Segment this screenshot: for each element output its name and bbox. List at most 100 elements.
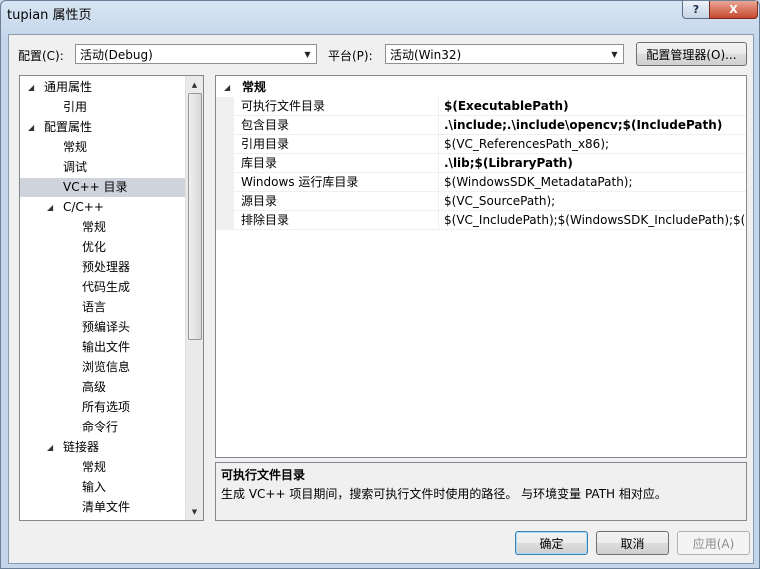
settings-tree[interactable]: ◢ 通用属性 引用 ◢ 配置属性 常规 调试 VC++ 目录 ◢ C/C++ 常规 优化 预处理器 代码生… [19,75,204,521]
configuration-label: 配置(C): [18,49,64,63]
tree-item[interactable]: 输出文件 [20,338,187,357]
property-row[interactable]: 源目录 $(VC_SourcePath); [216,192,746,211]
tree-vertical-scrollbar[interactable]: ▲ ▼ [185,76,203,520]
property-row[interactable]: 可执行文件目录 $(ExecutablePath) [216,97,746,116]
column-divider[interactable] [438,135,439,154]
property-name: 可执行文件目录 [241,99,326,113]
tree-item[interactable]: 语言 [20,298,187,317]
row-margin [216,135,234,154]
property-pages-window: tupian 属性页 ? X 配置(C): 活动(Debug) ▼ 平台(P):… [0,0,760,569]
dialog-client-area: 配置(C): 活动(Debug) ▼ 平台(P): 活动(Win32) ▼ 配置… [8,34,754,564]
tree-item-label: 调试 [63,160,88,174]
property-row[interactable]: 引用目录 $(VC_ReferencesPath_x86); [216,135,746,154]
tree-item[interactable]: 预编译头 [20,318,187,337]
property-row[interactable]: 排除目录 $(VC_IncludePath);$(WindowsSDK_Inclu… [216,211,746,230]
tree-item-label: 输出文件 [82,340,131,354]
tree-item-label: 清单文件 [82,500,131,514]
tree-item[interactable]: VC++ 目录 [20,178,187,197]
cancel-button[interactable]: 取消 [596,531,669,555]
property-name: 引用目录 [241,137,290,151]
column-divider[interactable] [438,192,439,211]
property-name: 排除目录 [241,213,290,227]
property-value[interactable]: .\include;.\include\opencv;$(IncludePath… [444,116,746,135]
grid-category[interactable]: ◢ 常规 [216,78,746,97]
triangle-down-icon[interactable]: ◢ [28,118,34,137]
tree-item[interactable]: 输入 [20,478,187,497]
row-margin [216,192,234,211]
tree-item[interactable]: ◢ 配置属性 [20,118,187,137]
configuration-manager-button[interactable]: 配置管理器(O)... [636,42,747,66]
row-margin [216,173,234,192]
title-bar[interactable]: tupian 属性页 ? X [1,1,759,37]
ok-button[interactable]: 确定 [515,531,588,555]
property-name: 库目录 [241,156,278,170]
window-title: tupian 属性页 [7,8,92,23]
tree-item[interactable]: 预处理器 [20,258,187,277]
column-divider[interactable] [438,97,439,116]
tree-item-label: 配置属性 [44,120,93,134]
tree-item-label: VC++ 目录 [63,180,128,194]
tree-item-label: 链接器 [63,440,100,454]
tree-item-label: 常规 [82,220,107,234]
property-value[interactable]: $(ExecutablePath) [444,97,746,116]
triangle-down-icon[interactable]: ◢ [224,78,230,97]
property-value[interactable]: $(WindowsSDK_MetadataPath); [444,173,746,192]
tree-item[interactable]: ◢ C/C++ [20,198,187,217]
column-divider[interactable] [438,154,439,173]
tree-item-label: 高级 [82,380,107,394]
property-value[interactable]: $(VC_SourcePath); [444,192,746,211]
tree-item[interactable]: ◢ 链接器 [20,438,187,457]
tree-item-label: 代码生成 [82,280,131,294]
tree-item-label: 语言 [82,300,107,314]
property-row[interactable]: 包含目录 .\include;.\include\opencv;$(Include… [216,116,746,135]
close-button[interactable]: X [709,1,758,19]
property-row[interactable]: 库目录 .\lib;$(LibraryPath) [216,154,746,173]
tree-item-label: 所有选项 [82,400,131,414]
triangle-down-icon[interactable]: ◢ [28,78,34,97]
scroll-down-arrow-icon[interactable]: ▼ [186,503,203,520]
tree-item-label: 引用 [63,100,88,114]
tree-item[interactable]: 命令行 [20,418,187,437]
apply-button[interactable]: 应用(A) [677,531,750,555]
row-margin [216,211,234,230]
row-margin [216,154,234,173]
chevron-down-icon: ▼ [304,49,311,59]
property-row[interactable]: Windows 运行库目录 $(WindowsSDK_MetadataPath); [216,173,746,192]
tree-item[interactable]: 常规 [20,138,187,157]
tree-item-label: 预处理器 [82,260,131,274]
scrollbar-thumb[interactable] [188,93,202,340]
scroll-up-arrow-icon[interactable]: ▲ [186,76,203,93]
tree-item-label: 优化 [82,240,107,254]
tree-item[interactable]: 高级 [20,378,187,397]
tree-item[interactable]: 调试 [20,158,187,177]
property-value[interactable]: $(VC_IncludePath);$(WindowsSDK_IncludePa… [444,211,746,230]
chevron-down-icon: ▼ [611,49,618,59]
tree-item[interactable]: 引用 [20,98,187,117]
configuration-value: 活动(Debug) [80,47,153,62]
help-button[interactable]: ? [682,1,710,19]
property-value[interactable]: $(VC_ReferencesPath_x86); [444,135,746,154]
column-divider[interactable] [438,116,439,135]
platform-value: 活动(Win32) [390,47,462,62]
tree-item[interactable]: 代码生成 [20,278,187,297]
tree-item[interactable]: 所有选项 [20,398,187,417]
tree-item[interactable]: ◢ 通用属性 [20,78,187,97]
triangle-down-icon[interactable]: ◢ [47,438,53,457]
tree-item[interactable]: 优化 [20,238,187,257]
tree-item[interactable]: 常规 [20,218,187,237]
tree-item-label: 常规 [63,140,88,154]
platform-select[interactable]: 活动(Win32) ▼ [385,44,624,64]
tree-item-label: 浏览信息 [82,360,131,374]
configuration-select[interactable]: 活动(Debug) ▼ [75,44,317,64]
property-grid: ◢ 常规 可执行文件目录 $(ExecutablePath) 包含目录 .\inclu… [215,75,747,458]
tree-item[interactable]: 清单文件 [20,498,187,517]
tree-item-label: 常规 [82,460,107,474]
description-text: 生成 VC++ 项目期间，搜索可执行文件时使用的路径。 与环境变量 PATH 相… [221,487,667,501]
triangle-down-icon[interactable]: ◢ [47,198,53,217]
tree-item[interactable]: 常规 [20,458,187,477]
column-divider[interactable] [438,211,439,230]
tree-item[interactable]: 浏览信息 [20,358,187,377]
tree-item-label: 通用属性 [44,80,93,94]
column-divider[interactable] [438,173,439,192]
property-value[interactable]: .\lib;$(LibraryPath) [444,154,746,173]
